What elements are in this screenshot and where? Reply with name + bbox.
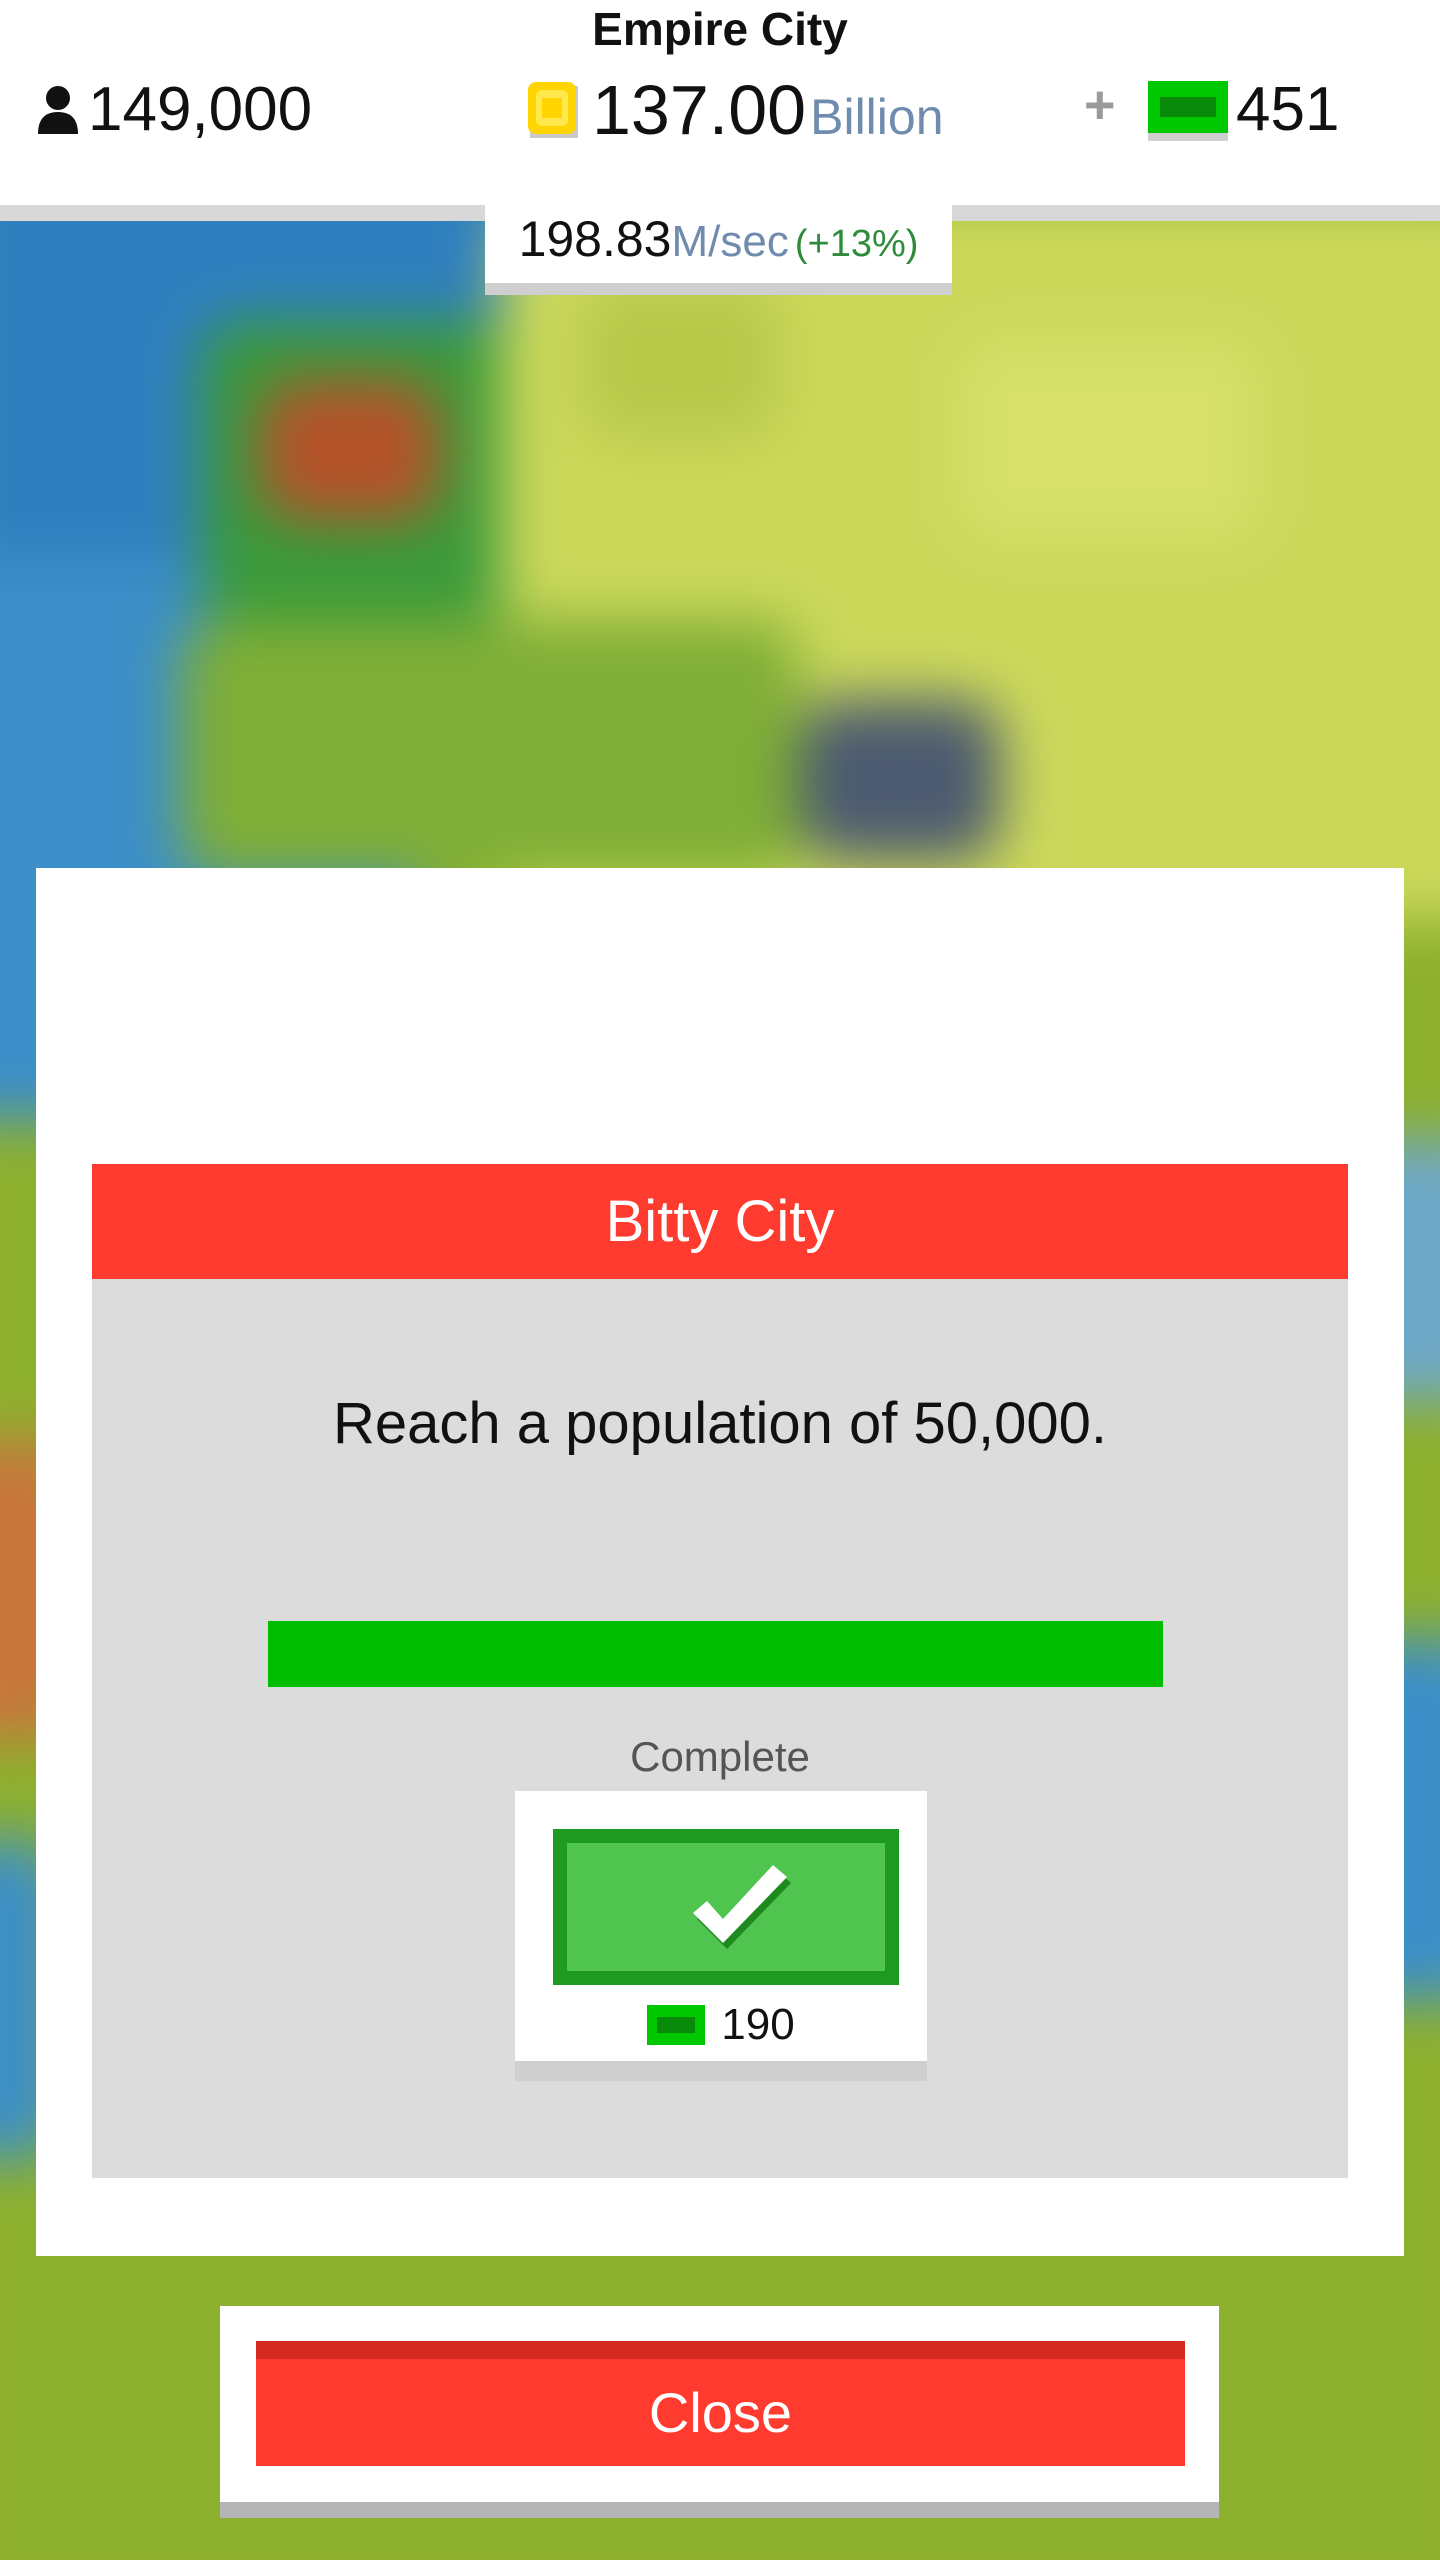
- population-counter: 149,000: [36, 74, 312, 145]
- coins-value: 137.00: [592, 71, 807, 149]
- close-button-label: Close: [648, 2381, 793, 2444]
- rate-box-shadow: [485, 283, 952, 295]
- mission-description: Reach a population of 50,000.: [333, 1391, 1107, 1456]
- checkmark-icon: [693, 1865, 791, 1949]
- rate-bonus: (+13%): [794, 223, 919, 265]
- add-bux-button[interactable]: +: [1084, 74, 1116, 136]
- mission-progress-bar: [268, 1621, 1163, 1687]
- claim-reward-button[interactable]: [553, 1829, 899, 1985]
- bux-icon: [1148, 80, 1228, 141]
- mission-title: Bitty City: [92, 1164, 1348, 1279]
- rate-unit: M/sec: [671, 217, 789, 266]
- rate-value: 198.83: [518, 211, 672, 267]
- reward-amount-row: 190: [515, 2000, 927, 2050]
- city-name: Empire City: [592, 3, 848, 55]
- reward-card-shadow: [515, 2061, 927, 2081]
- bux-counter[interactable]: 451: [1148, 74, 1339, 145]
- coins-unit: Billion: [810, 89, 944, 145]
- mission-progress-fill: [268, 1621, 1163, 1687]
- population-value: 149,000: [88, 75, 313, 144]
- income-rate: 198.83M/sec (+13%): [485, 205, 952, 285]
- mission-status: Complete: [630, 1733, 810, 1780]
- close-container-shadow: [220, 2502, 1219, 2518]
- close-button-strip: [256, 2341, 1185, 2359]
- coin-icon: [528, 82, 578, 138]
- coins-counter: 137.00 Billion: [526, 70, 944, 150]
- person-icon: [38, 85, 78, 134]
- close-button[interactable]: Close: [256, 2341, 1185, 2466]
- bux-icon: [647, 2005, 706, 2045]
- bux-value: 451: [1236, 75, 1340, 144]
- top-status-bar: Empire City 149,000 137.00 Billion + 451: [0, 0, 1440, 205]
- reward-amount: 190: [721, 2000, 795, 2049]
- claim-button-face: [567, 1843, 885, 1971]
